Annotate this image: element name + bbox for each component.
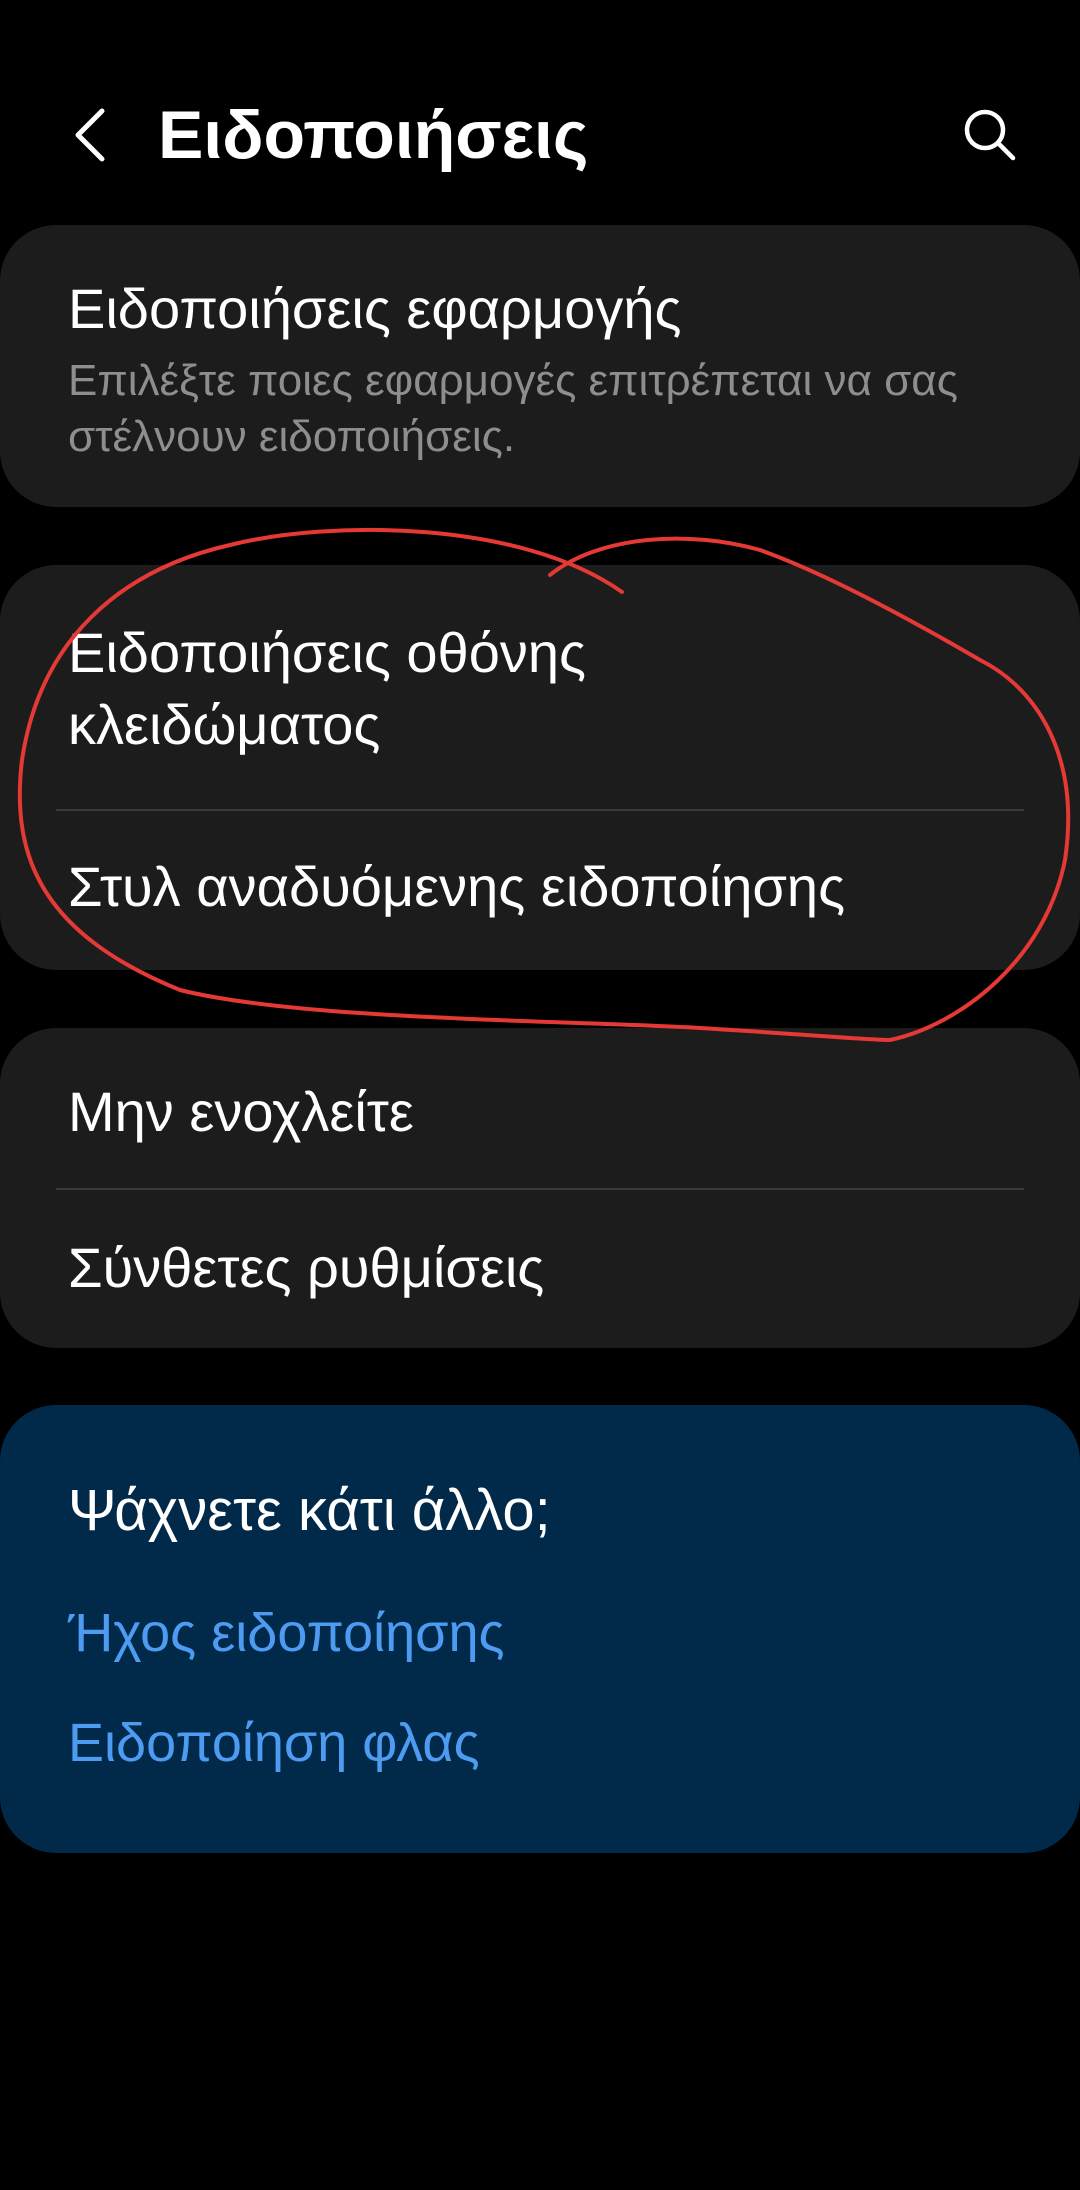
do-not-disturb-title: Μην ενοχλείτε — [68, 1080, 414, 1143]
app-notifications-item[interactable]: Ειδοποιήσεις εφαρμογής Επιλέξτε ποιες εφ… — [0, 225, 1080, 507]
search-button[interactable] — [950, 95, 1030, 175]
do-not-disturb-item[interactable]: Μην ενοχλείτε — [0, 1028, 1080, 1188]
advanced-settings-item[interactable]: Σύνθετες ρυθμίσεις — [0, 1190, 1080, 1348]
lock-screen-popup-card: Ειδοποιήσεις οθόνης κλειδώματος Στυλ ανα… — [0, 565, 1080, 970]
app-notifications-card: Ειδοποιήσεις εφαρμογής Επιλέξτε ποιες εφ… — [0, 225, 1080, 507]
search-icon — [964, 109, 1016, 161]
popup-style-item[interactable]: Στυλ αναδυόμενης ειδοποίησης — [0, 811, 1080, 970]
page-title: Ειδοποιήσεις — [158, 97, 589, 173]
chevron-left-icon — [75, 108, 105, 162]
flash-notification-link[interactable]: Ειδοποίηση φλας — [68, 1708, 480, 1778]
suggestions-card: Ψάχνετε κάτι άλλο; Ήχος ειδοποίησης Ειδο… — [0, 1405, 1080, 1853]
app-notifications-title: Ειδοποιήσεις εφαρμογής — [68, 277, 682, 340]
advanced-settings-title: Σύνθετες ρυθμίσεις — [68, 1236, 545, 1299]
lock-screen-title-line1: Ειδοποιήσεις οθόνης — [68, 621, 586, 684]
notification-sound-link[interactable]: Ήχος ειδοποίησης — [68, 1598, 505, 1668]
popup-style-title: Στυλ αναδυόμενης ειδοποίησης — [68, 855, 846, 918]
suggestions-title: Ψάχνετε κάτι άλλο; — [68, 1478, 551, 1543]
app-notifications-subtitle: Επιλέξτε ποιες εφαρμογές επιτρέπεται να … — [68, 356, 958, 461]
dnd-advanced-card: Μην ενοχλείτε Σύνθετες ρυθμίσεις — [0, 1028, 1080, 1348]
lock-screen-title-line2: κλειδώματος — [68, 693, 381, 756]
back-button[interactable] — [50, 95, 130, 175]
top-app-bar: Ειδοποιήσεις — [0, 60, 1080, 210]
lock-screen-notifications-item[interactable]: Ειδοποιήσεις οθόνης κλειδώματος — [0, 565, 1080, 809]
